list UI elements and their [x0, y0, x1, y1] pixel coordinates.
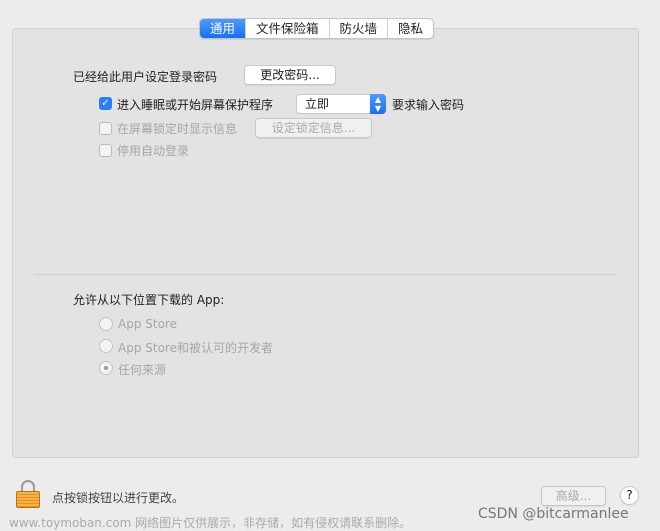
- tab-privacy[interactable]: 隐私: [388, 19, 433, 38]
- password-set-label: 已经给此用户设定登录密码: [73, 70, 218, 84]
- radio-app-store-identified-label: App Store和被认可的开发者: [118, 341, 273, 355]
- divider: [34, 274, 616, 275]
- lock-icon[interactable]: [16, 480, 40, 508]
- help-button[interactable]: ?: [620, 486, 639, 505]
- select-value: 立即: [305, 97, 330, 111]
- tab-filevault[interactable]: 文件保险箱: [246, 19, 330, 38]
- radio-anywhere[interactable]: [99, 361, 113, 375]
- watermark-left: www.toymoban.com 网络图片仅供展示，非存储，如有侵权请联系删除。: [9, 516, 412, 530]
- tab-general[interactable]: 通用: [200, 19, 247, 38]
- require-password-checkbox[interactable]: ✓: [99, 97, 112, 110]
- disable-auto-login-checkbox[interactable]: [99, 144, 112, 157]
- require-password-label: 进入睡眠或开始屏幕保护程序: [117, 98, 274, 112]
- chevron-updown-icon: ▲ ▼: [370, 94, 386, 114]
- disable-auto-login-label: 停用自动登录: [117, 144, 190, 158]
- require-password-suffix: 要求输入密码: [392, 98, 465, 112]
- tab-bar: 通用 文件保险箱 防火墙 隐私: [199, 18, 435, 39]
- downloads-title: 允许从以下位置下载的 App:: [73, 293, 225, 307]
- radio-app-store-identified[interactable]: [99, 339, 113, 353]
- require-password-delay-select[interactable]: 立即 ▲ ▼: [296, 94, 386, 114]
- set-lock-message-button[interactable]: 设定锁定信息...: [255, 118, 372, 138]
- advanced-button[interactable]: 高级...: [541, 486, 606, 506]
- change-password-button[interactable]: 更改密码...: [244, 65, 336, 85]
- radio-anywhere-label: 任何来源: [118, 363, 167, 377]
- tab-firewall[interactable]: 防火墙: [330, 19, 389, 38]
- radio-app-store-label: App Store: [118, 317, 177, 331]
- show-message-checkbox[interactable]: [99, 122, 112, 135]
- watermark-right: CSDN @bitcarmanlee: [478, 506, 629, 522]
- radio-app-store[interactable]: [99, 317, 113, 331]
- settings-panel: [12, 28, 639, 458]
- show-message-label: 在屏幕锁定时显示信息: [117, 122, 238, 136]
- lock-text: 点按锁按钮以进行更改。: [52, 491, 185, 505]
